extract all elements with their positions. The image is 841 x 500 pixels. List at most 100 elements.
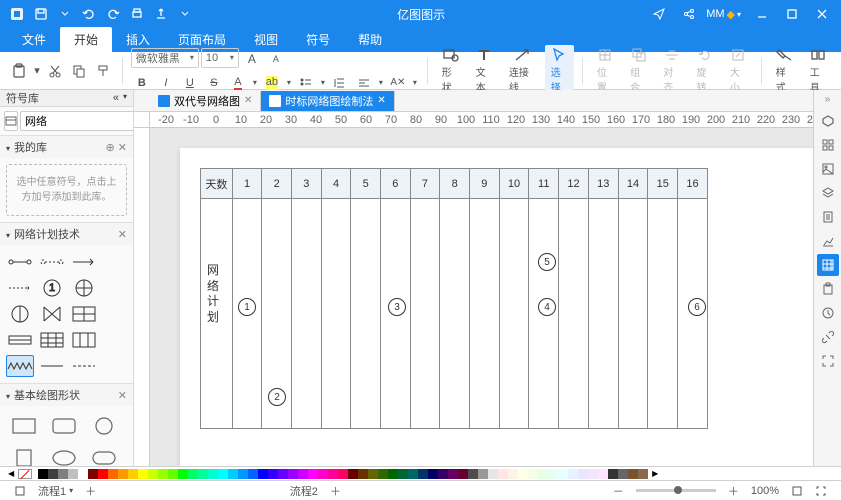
color-swatch[interactable] — [328, 469, 338, 479]
color-swatch[interactable] — [218, 469, 228, 479]
color-swatch[interactable] — [448, 469, 458, 479]
color-swatch[interactable] — [388, 469, 398, 479]
panel-collapse-icon[interactable]: « — [113, 92, 119, 104]
color-swatch[interactable] — [88, 469, 98, 479]
shape-dash-arrow[interactable] — [6, 277, 34, 299]
shape-table[interactable] — [38, 329, 66, 351]
share-icon[interactable] — [676, 3, 702, 25]
rail-grid-icon[interactable] — [817, 254, 839, 276]
font-grow-icon[interactable]: A — [241, 48, 263, 70]
shape-circle-line[interactable] — [6, 251, 34, 273]
zoom-out-button[interactable]: － — [607, 483, 630, 499]
format-painter-icon[interactable] — [92, 60, 114, 82]
color-swatch[interactable] — [418, 469, 428, 479]
color-swatch[interactable] — [98, 469, 108, 479]
network-node[interactable]: 3 — [388, 298, 406, 316]
color-swatch[interactable] — [338, 469, 348, 479]
paste-dropdown-icon[interactable]: ▾ — [32, 60, 42, 82]
bshape-roundrect[interactable] — [46, 412, 82, 440]
cut-icon[interactable] — [44, 60, 66, 82]
rail-history-icon[interactable] — [817, 302, 839, 324]
page-tab-right[interactable]: 流程2 — [284, 483, 324, 499]
color-swatch[interactable] — [588, 469, 598, 479]
color-swatch[interactable] — [518, 469, 528, 479]
bshape-rect[interactable] — [6, 412, 42, 440]
page-tab-left[interactable]: 流程1▾ — [32, 483, 79, 499]
color-swatch[interactable] — [248, 469, 258, 479]
color-swatch[interactable] — [358, 469, 368, 479]
color-swatch[interactable] — [618, 469, 628, 479]
close-icon[interactable]: ✕ — [244, 95, 252, 106]
page-menu-icon[interactable] — [8, 483, 32, 499]
color-swatch[interactable] — [538, 469, 548, 479]
style-button[interactable]: 样式 — [770, 45, 800, 96]
vertical-ruler[interactable] — [134, 128, 150, 480]
page[interactable]: 天数12345678910111213141516 网络计划 123546 — [180, 148, 813, 480]
color-swatch[interactable] — [108, 469, 118, 479]
color-swatch[interactable] — [208, 469, 218, 479]
window-minimize-icon[interactable] — [749, 3, 775, 25]
shape-box3[interactable] — [70, 329, 98, 351]
shape-node-cross[interactable] — [70, 277, 98, 299]
color-swatch[interactable] — [508, 469, 518, 479]
color-swatch[interactable] — [228, 469, 238, 479]
qat-print-icon[interactable] — [126, 3, 148, 25]
network-node[interactable]: 5 — [538, 253, 556, 271]
paste-icon[interactable] — [8, 60, 30, 82]
color-swatch[interactable] — [278, 469, 288, 479]
shape-line[interactable] — [38, 355, 66, 377]
color-swatch[interactable] — [268, 469, 278, 479]
fit-page-icon[interactable] — [785, 483, 809, 499]
horizontal-ruler[interactable]: -20-100102030405060708090100110120130140… — [150, 112, 813, 128]
network-node[interactable]: 2 — [268, 388, 286, 406]
color-swatch[interactable] — [548, 469, 558, 479]
network-node[interactable]: 6 — [688, 298, 706, 316]
doc-tab-1[interactable]: 时标网络图绘制法✕ — [261, 91, 394, 111]
shape-box2[interactable] — [6, 329, 34, 351]
color-swatch[interactable] — [438, 469, 448, 479]
shape-arrow[interactable] — [70, 251, 98, 273]
color-swatch[interactable] — [458, 469, 468, 479]
qat-export-icon[interactable] — [150, 3, 172, 25]
add-page-button2[interactable]: ＋ — [324, 483, 347, 499]
color-swatch[interactable] — [528, 469, 538, 479]
color-swatch[interactable] — [58, 469, 68, 479]
rail-chart-icon[interactable] — [817, 230, 839, 252]
tab-file[interactable]: 文件 — [8, 27, 60, 52]
color-swatch[interactable] — [308, 469, 318, 479]
palette-prev-icon[interactable]: ◀ — [8, 469, 14, 478]
redo-icon[interactable] — [102, 3, 124, 25]
font-shrink-icon[interactable]: A — [265, 48, 287, 70]
copy-icon[interactable] — [68, 60, 90, 82]
palette-next-icon[interactable]: ▶ — [652, 469, 658, 478]
color-swatch[interactable] — [68, 469, 78, 479]
color-swatch[interactable] — [158, 469, 168, 479]
app-logo-icon[interactable] — [6, 3, 28, 25]
tools-button[interactable]: 工具 — [804, 45, 833, 96]
section-mylib-header[interactable]: ▾我的库⊕ ✕ — [0, 136, 133, 158]
color-swatch[interactable] — [608, 469, 618, 479]
shape-dash-line[interactable] — [38, 251, 66, 273]
library-picker-icon[interactable] — [4, 111, 18, 131]
color-swatch[interactable] — [198, 469, 208, 479]
color-swatch[interactable] — [568, 469, 578, 479]
add-page-button[interactable]: ＋ — [79, 483, 102, 499]
rail-image-icon[interactable] — [817, 158, 839, 180]
color-swatch[interactable] — [558, 469, 568, 479]
rail-clipboard-icon[interactable] — [817, 278, 839, 300]
rail-layers-icon[interactable] — [817, 182, 839, 204]
color-swatch[interactable] — [628, 469, 638, 479]
color-swatch[interactable] — [498, 469, 508, 479]
shape-zigzag[interactable] — [6, 355, 34, 377]
color-swatch[interactable] — [48, 469, 58, 479]
section-basic-header[interactable]: ▾基本绘图形状✕ — [0, 384, 133, 406]
font-size-select[interactable]: 10▾ — [201, 48, 239, 68]
shape-box1[interactable] — [70, 303, 98, 325]
font-family-select[interactable]: 微软雅黑▾ — [131, 48, 199, 68]
rail-page-icon[interactable] — [817, 206, 839, 228]
color-swatch[interactable] — [148, 469, 158, 479]
rail-collapse-icon[interactable]: » — [825, 94, 831, 108]
doc-tab-0[interactable]: 双代号网络图✕ — [150, 91, 261, 111]
bshape-circle[interactable] — [86, 412, 122, 440]
color-swatch[interactable] — [238, 469, 248, 479]
